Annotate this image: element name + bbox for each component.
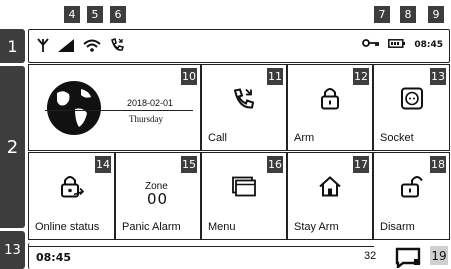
tile-socket[interactable]: 13 Socket (373, 64, 450, 151)
callout-14: 14 (95, 156, 111, 173)
lock-closed-icon (320, 86, 340, 115)
tile-online-status-label: Online status (35, 221, 100, 233)
date-text: 2018-02-01 (127, 98, 174, 108)
side-callout-2: 2 (0, 66, 25, 228)
side-callout-1: 1 (0, 29, 25, 63)
weekday-text: Thursday (129, 114, 163, 124)
callout-4: 4 (64, 6, 80, 23)
tile-call[interactable]: 11 Call (201, 64, 287, 151)
socket-icon (400, 87, 423, 114)
callout-11: 11 (267, 68, 283, 85)
tile-arm[interactable]: 12 Arm (287, 64, 373, 151)
tile-call-label: Call (208, 132, 227, 144)
bottom-divider (29, 246, 374, 247)
callout-9: 9 (428, 6, 444, 23)
callout-16: 16 (267, 156, 283, 173)
tile-stay-arm[interactable]: 17 Stay Arm (287, 152, 373, 240)
tile-arm-label: Arm (294, 132, 315, 144)
tile-disarm[interactable]: 18 Disarm (373, 152, 450, 240)
signal-bars-icon (58, 38, 74, 57)
battery-icon (388, 38, 406, 51)
antenna-icon (37, 38, 49, 57)
wifi-icon (83, 39, 101, 57)
tile-disarm-label: Disarm (380, 221, 415, 233)
callout-8: 8 (400, 6, 416, 23)
lock-status-icon (60, 175, 84, 204)
callout-12: 12 (353, 68, 369, 85)
tile-menu[interactable]: 16 Menu (201, 152, 287, 240)
tile-online-status[interactable]: 14 Online status (28, 152, 115, 240)
bottom-time: 08:45 (36, 251, 72, 264)
bottom-bar: 08:45 32 19 (28, 243, 450, 269)
tile-grid: 10 2018-02-01 Thursday 11 Call 12 Arm 13… (28, 64, 450, 242)
home-icon (318, 176, 342, 203)
phone-icon (110, 38, 124, 57)
phone-call-icon (232, 87, 256, 114)
menu-window-icon (232, 176, 256, 202)
tile-socket-label: Socket (380, 132, 414, 144)
status-time: 08:45 (414, 39, 443, 50)
date-divider (45, 110, 193, 111)
callout-15: 15 (181, 156, 197, 173)
callout-18: 18 (430, 156, 446, 173)
zone-value: 00 (147, 190, 169, 208)
callout-13: 13 (430, 68, 446, 85)
home-date-tile[interactable]: 10 2018-02-01 Thursday (28, 64, 201, 151)
tile-stay-arm-label: Stay Arm (294, 221, 339, 233)
callout-10: 10 (181, 68, 197, 85)
callout-19: 19 (430, 246, 448, 265)
message-count: 32 (364, 250, 377, 262)
callout-7: 7 (374, 6, 390, 23)
key-icon (362, 38, 380, 51)
tile-panic-alarm-label: Panic Alarm (122, 221, 181, 233)
callout-5: 5 (87, 6, 103, 23)
lock-open-icon (400, 175, 423, 204)
tile-menu-label: Menu (208, 221, 236, 233)
message-box-icon[interactable] (395, 246, 421, 269)
status-bar: 08:45 (28, 29, 450, 63)
side-callout-13: 13 (0, 231, 25, 269)
callout-17: 17 (353, 156, 369, 173)
tile-panic-alarm[interactable]: 15 Zone 00 Panic Alarm (115, 152, 201, 240)
callout-6: 6 (110, 6, 126, 23)
